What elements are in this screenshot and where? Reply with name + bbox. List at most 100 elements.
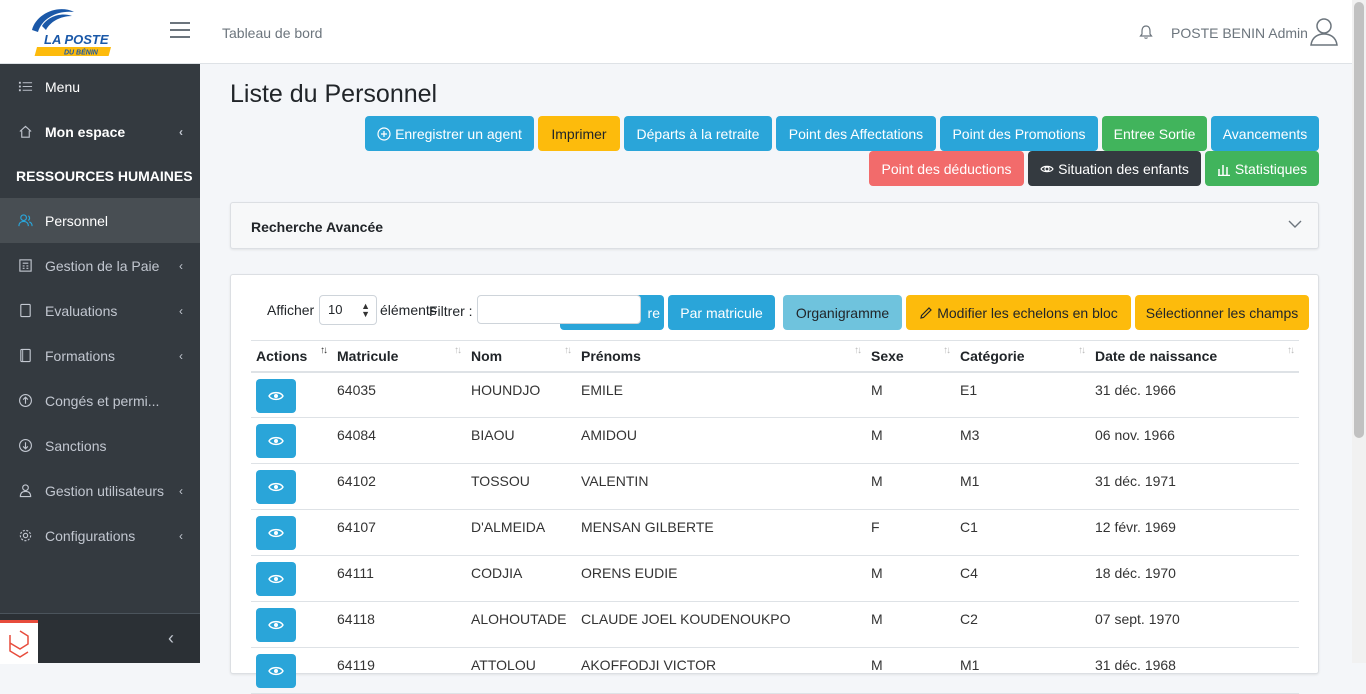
sort-icon: ↑↓: [564, 345, 572, 356]
sidebar-item-utilisateurs[interactable]: Gestion utilisateurs ‹: [0, 468, 200, 513]
nom-cell: D'ALMEIDA: [466, 509, 576, 556]
page-length-select[interactable]: 10 ▲ ▼: [319, 295, 377, 325]
entry-exit-button[interactable]: Entree Sortie: [1102, 116, 1207, 151]
sort-icon: ↑↓: [1287, 345, 1295, 356]
sidebar-item-formations[interactable]: Formations ‹: [0, 333, 200, 378]
sidebar-item-paie[interactable]: Gestion de la Paie ‹: [0, 243, 200, 288]
main-content: Liste du Personnel Enregistrer un agent …: [200, 64, 1352, 694]
org-chart-button[interactable]: Organigramme: [783, 295, 902, 330]
sidebar-item-label: Mon espace: [45, 123, 126, 140]
date-naissance-cell: 31 déc. 1966: [1090, 371, 1299, 418]
promotions-button[interactable]: Point des Promotions: [940, 116, 1098, 151]
column-header-nom[interactable]: Nom ↑↓: [466, 340, 576, 373]
deductions-button[interactable]: Point des déductions: [869, 151, 1024, 186]
bar-chart-icon: [1217, 164, 1230, 176]
sexe-cell: F: [866, 509, 955, 556]
column-header-actions[interactable]: Actions ↑↓: [251, 340, 332, 373]
print-button[interactable]: Imprimer: [538, 116, 620, 151]
select-arrows-icon: ▲ ▼: [361, 301, 370, 319]
column-header-date-naissance[interactable]: Date de naissance ↑↓: [1090, 340, 1299, 373]
book-icon: [17, 348, 33, 364]
register-agent-button[interactable]: Enregistrer un agent: [365, 116, 534, 151]
sexe-cell: M: [866, 601, 955, 648]
categorie-cell: M3: [955, 417, 1090, 464]
chevron-left-icon: ‹: [179, 125, 183, 139]
categorie-cell: C4: [955, 555, 1090, 602]
view-button[interactable]: [256, 470, 296, 504]
sidebar-item-sanctions[interactable]: Sanctions: [0, 423, 200, 468]
children-situation-button[interactable]: Situation des enfants: [1028, 151, 1201, 186]
view-button[interactable]: [256, 562, 296, 596]
arrow-up-circle-icon: [17, 393, 33, 409]
sort-icon: ↑↓: [854, 345, 862, 356]
breadcrumb[interactable]: Tableau de bord: [222, 25, 322, 41]
page-title: Liste du Personnel: [230, 80, 438, 108]
prenoms-cell: CLAUDE JOEL KOUDENOUKPO: [576, 601, 866, 648]
table-row: 64102 TOSSOU VALENTIN M M1 31 déc. 1971: [251, 463, 1299, 510]
filter-input[interactable]: [477, 295, 641, 324]
retirement-button[interactable]: Départs à la retraite: [624, 116, 772, 151]
chevron-down-icon[interactable]: [1286, 215, 1304, 233]
sexe-cell: M: [866, 417, 955, 464]
svg-text:DU BÉNIN: DU BÉNIN: [64, 48, 99, 57]
nom-cell: HOUNDJO: [466, 371, 576, 418]
column-header-matricule[interactable]: Matricule ↑↓: [332, 340, 466, 373]
sidebar-item-personnel[interactable]: Personnel: [0, 198, 200, 243]
advancements-button[interactable]: Avancements: [1211, 116, 1319, 151]
statistics-button[interactable]: Statistiques: [1205, 151, 1319, 186]
by-matricule-button[interactable]: Par matricule: [668, 295, 775, 330]
sidebar-item-label: Configurations: [45, 527, 136, 544]
chevron-left-icon: ‹: [179, 484, 183, 498]
chevron-left-icon: ‹: [179, 304, 183, 318]
view-button[interactable]: [256, 654, 296, 688]
laravel-debugbar-icon[interactable]: [0, 620, 38, 664]
edit-levels-button[interactable]: Modifier les echelons en bloc: [906, 295, 1131, 330]
sidebar-menu-label[interactable]: Menu: [0, 64, 200, 109]
home-icon: [17, 124, 33, 140]
advanced-search-card[interactable]: Recherche Avancée: [230, 202, 1319, 249]
user-avatar-icon[interactable]: [1308, 15, 1340, 47]
categorie-cell: M1: [955, 647, 1090, 694]
users-icon: [17, 213, 33, 229]
eye-icon: [268, 436, 284, 446]
assignments-button[interactable]: Point des Affectations: [776, 116, 936, 151]
sidebar-section-header: RESSOURCES HUMAINES: [16, 168, 193, 184]
table-row: 64084 BIAOU AMIDOU M M3 06 nov. 1966: [251, 417, 1299, 464]
filter-label: Filtrer :: [429, 303, 473, 319]
sort-icon: ↑↓: [1078, 345, 1086, 356]
column-header-prenoms[interactable]: Prénoms ↑↓: [576, 340, 866, 373]
scrollbar-thumb[interactable]: [1354, 2, 1364, 438]
date-naissance-cell: 06 nov. 1966: [1090, 417, 1299, 464]
bell-icon[interactable]: [1138, 24, 1154, 40]
actions-cell: [251, 601, 332, 648]
page-scrollbar[interactable]: [1352, 0, 1366, 663]
sort-icon: ↑↓: [320, 345, 328, 356]
eye-icon: [268, 482, 284, 492]
actions-cell: [251, 371, 332, 418]
sidebar-footer: ‹: [0, 613, 200, 664]
actions-cell: [251, 417, 332, 464]
sidebar-item-conges[interactable]: Congés et permi...: [0, 378, 200, 423]
date-naissance-cell: 31 déc. 1971: [1090, 463, 1299, 510]
svg-text:LA POSTE: LA POSTE: [44, 32, 109, 47]
eye-icon: [268, 528, 284, 538]
sidebar-item-evaluations[interactable]: Evaluations ‹: [0, 288, 200, 333]
view-button[interactable]: [256, 516, 296, 550]
view-button[interactable]: [256, 424, 296, 458]
column-header-sexe[interactable]: Sexe ↑↓: [866, 340, 955, 373]
sidebar-collapse-button[interactable]: ‹: [168, 628, 174, 649]
prenoms-cell: AMIDOU: [576, 417, 866, 464]
prenoms-cell: VALENTIN: [576, 463, 866, 510]
admin-name[interactable]: POSTE BENIN Admin: [1171, 25, 1308, 41]
sidebar-item-configurations[interactable]: Configurations ‹: [0, 513, 200, 558]
column-header-categorie[interactable]: Catégorie ↑↓: [955, 340, 1090, 373]
view-button[interactable]: [256, 608, 296, 642]
sidebar-toggle-button[interactable]: [170, 22, 190, 40]
list-icon: [17, 79, 33, 95]
sidebar-item-mon-espace[interactable]: Mon espace ‹: [0, 109, 200, 154]
date-naissance-cell: 31 déc. 1968: [1090, 647, 1299, 694]
view-button[interactable]: [256, 378, 296, 413]
sidebar-item-label: Formations: [45, 347, 116, 364]
calculator-icon: [17, 258, 33, 274]
select-fields-button[interactable]: Sélectionner les champs: [1135, 295, 1309, 330]
